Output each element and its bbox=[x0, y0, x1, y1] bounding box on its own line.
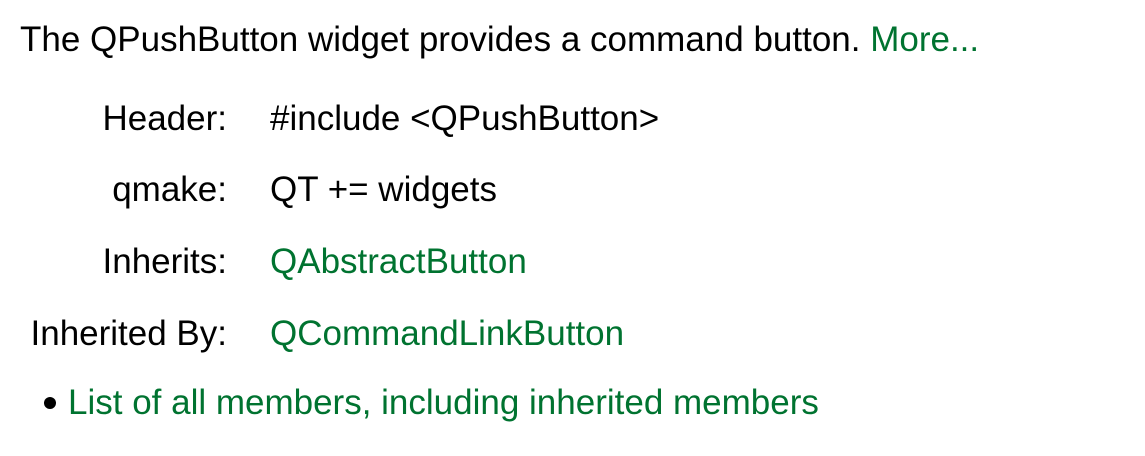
inherits-label: Inherits: bbox=[102, 242, 228, 281]
inherits-link[interactable]: QAbstractButton bbox=[270, 240, 527, 284]
intro-text: The QPushButton widget provides a comman… bbox=[20, 20, 861, 59]
detail-row-inherits: Inherits: QAbstractButton bbox=[0, 240, 1145, 284]
inherited-by-label: Inherited By: bbox=[30, 314, 228, 353]
more-link[interactable]: More... bbox=[870, 20, 979, 59]
header-value: #include <QPushButton> bbox=[270, 99, 660, 138]
inherited-by-link[interactable]: QCommandLinkButton bbox=[270, 312, 624, 356]
bullet-icon bbox=[44, 396, 56, 409]
all-members-link[interactable]: List of all members, including inherited… bbox=[68, 383, 819, 422]
detail-row-inherited-by: Inherited By: QCommandLinkButton bbox=[0, 312, 1145, 356]
detail-row-qmake: qmake: QT += widgets bbox=[0, 168, 1145, 212]
detail-row-header: Header: #include <QPushButton> bbox=[0, 97, 1145, 141]
members-list-item: List of all members, including inherited… bbox=[44, 381, 819, 425]
qmake-label: qmake: bbox=[112, 170, 227, 209]
header-label: Header: bbox=[102, 99, 227, 138]
intro-paragraph: The QPushButton widget provides a comman… bbox=[20, 18, 979, 62]
qmake-value: QT += widgets bbox=[270, 170, 497, 209]
